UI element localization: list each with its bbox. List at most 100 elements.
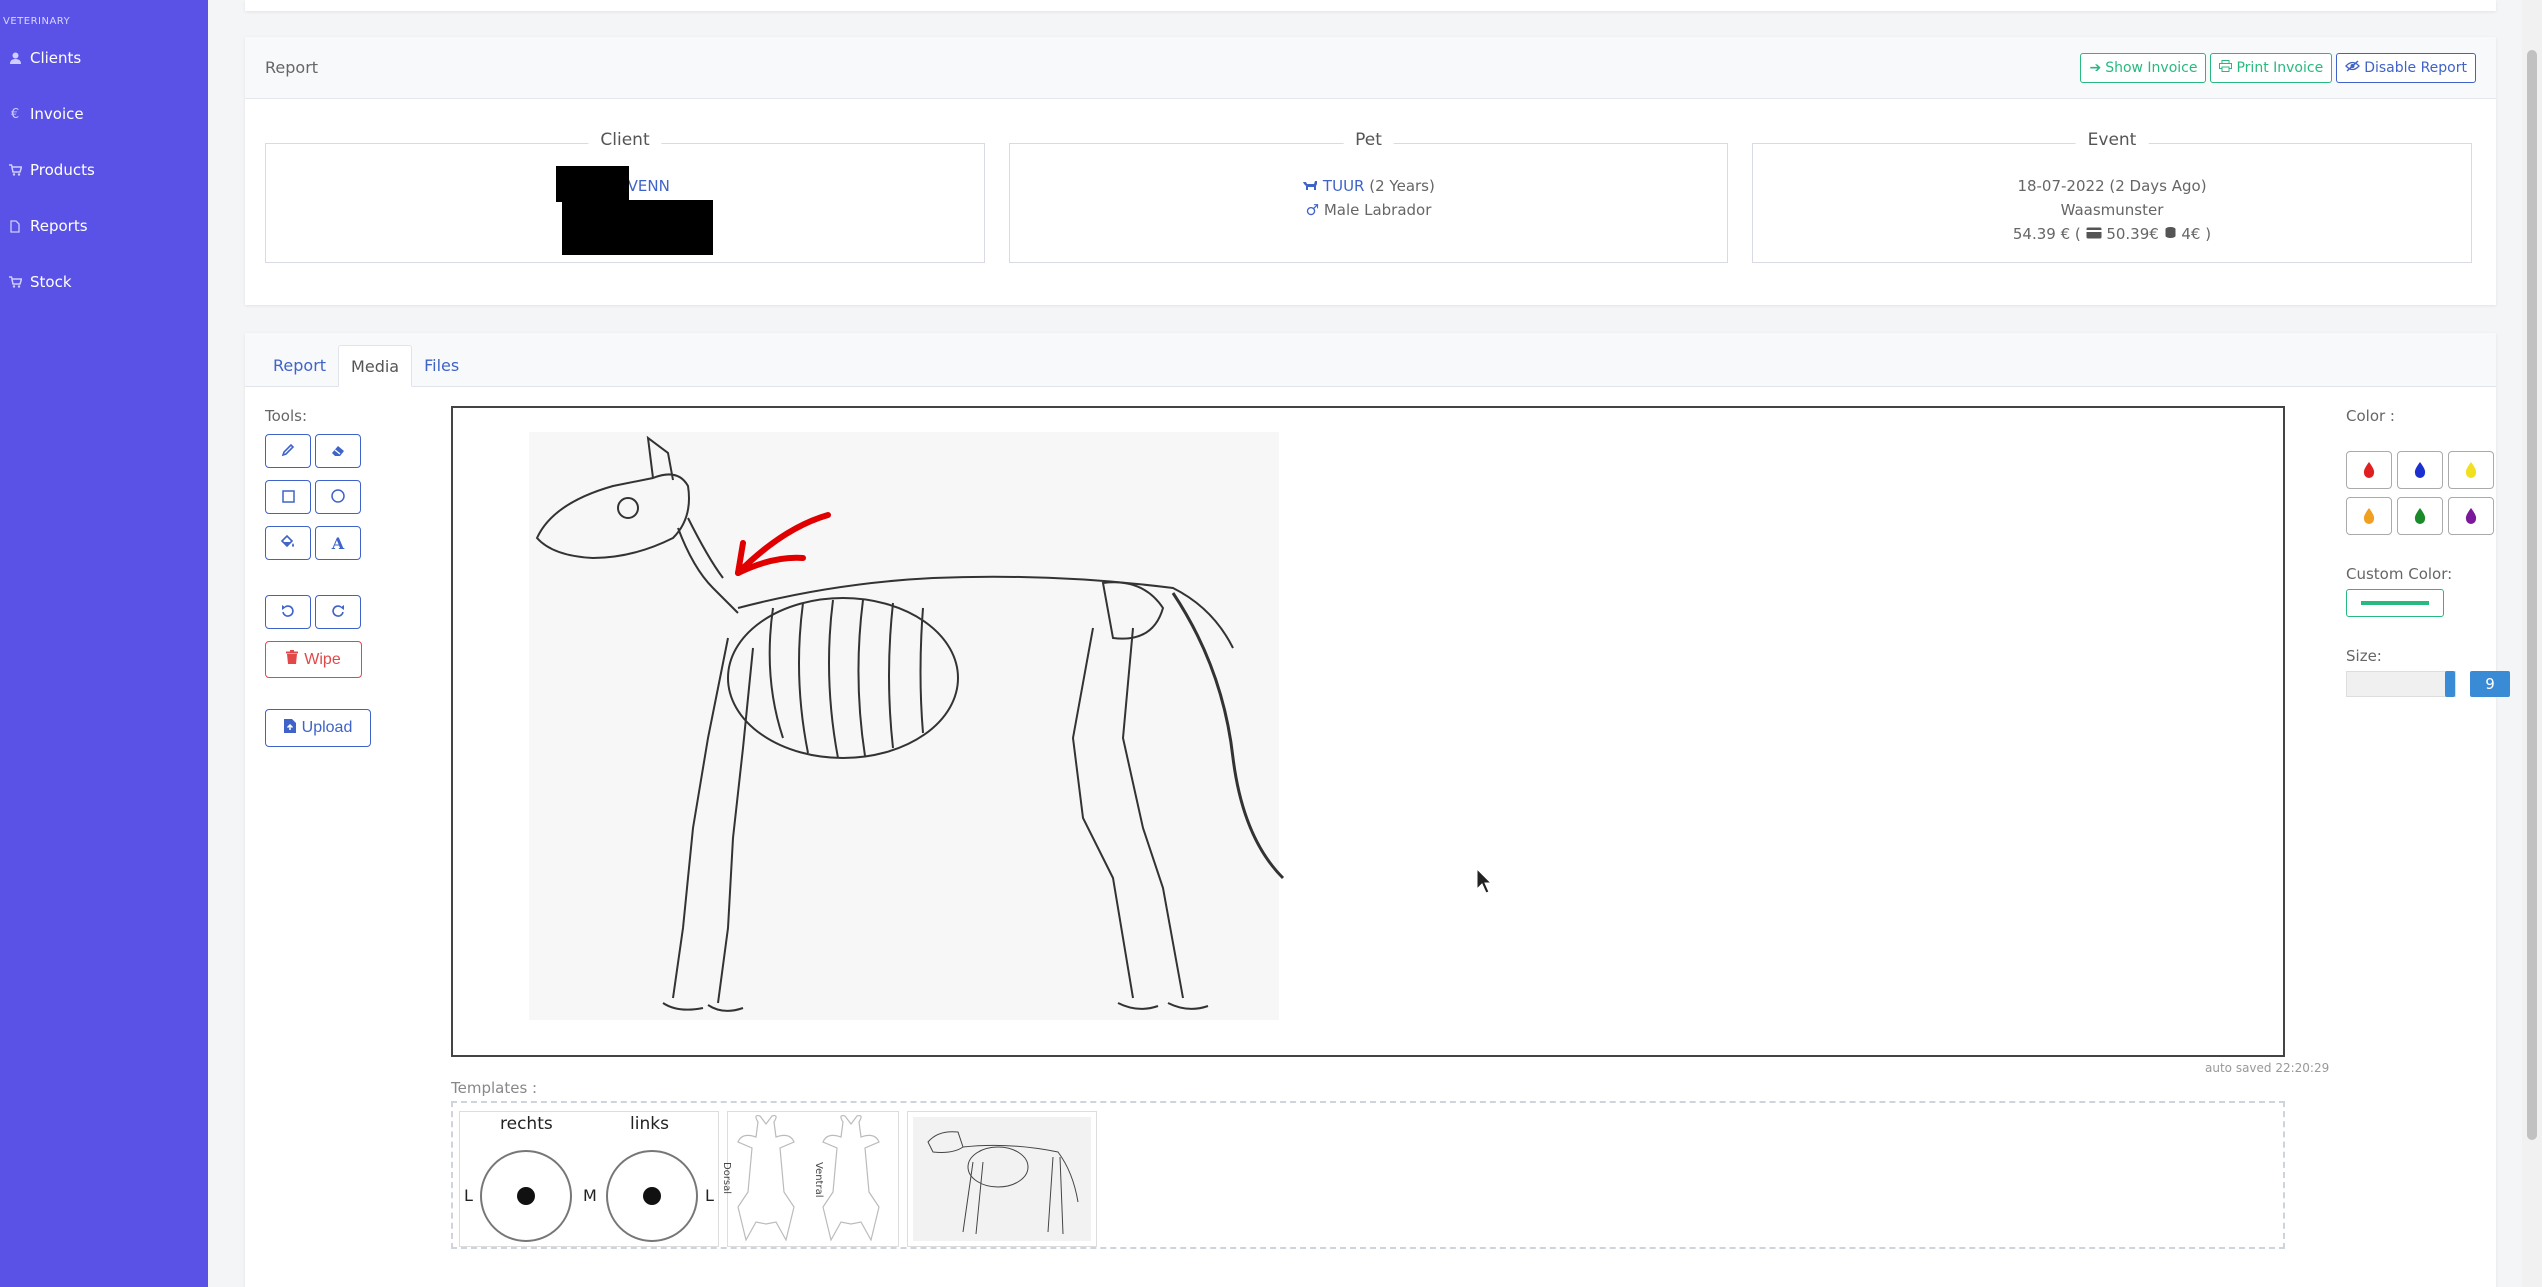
color-swatch-button[interactable] [2448, 451, 2494, 489]
event-box: Event 18-07-2022 (2 Days Ago) Waasmunste… [1752, 130, 2472, 263]
droplet-icon [2363, 508, 2375, 524]
sidebar-item-label: Stock [30, 273, 72, 291]
template-eyes[interactable]: rechts links L M L [459, 1111, 719, 1247]
sidebar-item-invoice[interactable]: € Invoice [0, 86, 208, 142]
size-slider[interactable] [2346, 671, 2456, 697]
fill-tool-button[interactable] [265, 526, 311, 560]
template-body-outline[interactable]: Dorsal Ventral [721, 1111, 899, 1247]
upload-button[interactable]: Upload [265, 709, 371, 747]
sidebar-item-label: Clients [30, 49, 82, 67]
event-paid-card: 50.39€ [2106, 225, 2159, 243]
paint-bucket-icon [280, 534, 296, 553]
tab-media[interactable]: Media [338, 345, 413, 387]
scrollbar-thumb[interactable] [2527, 50, 2537, 1140]
undo-icon [281, 603, 295, 622]
eraser-tool-button[interactable] [315, 434, 361, 468]
card-icon [2086, 225, 2107, 243]
sidebar-item-reports[interactable]: Reports [0, 198, 208, 254]
pet-box: Pet TUUR (2 Years) ♂ Male Labrador [1009, 130, 1728, 263]
pet-name-link[interactable]: TUUR [1323, 177, 1365, 195]
templates-label: Templates : [451, 1079, 538, 1097]
event-payment-line: 54.39 € ( 50.39€ 4€ ) [2012, 225, 2212, 243]
event-date: 18-07-2022 (2 Days Ago) [2017, 177, 2207, 195]
report-card-title: Report [265, 58, 319, 77]
pencil-icon [281, 442, 295, 461]
print-icon [2219, 59, 2233, 76]
pet-description-line: ♂ Male Labrador [1010, 198, 1727, 222]
canvas-drawing [529, 432, 1493, 1020]
page-scrollbar[interactable] [2522, 0, 2542, 1287]
color-swatch-button[interactable] [2346, 497, 2392, 535]
pet-legend: Pet [1343, 130, 1394, 150]
color-label: Color : [2346, 407, 2395, 425]
size-slider-thumb[interactable] [2445, 671, 2455, 697]
euro-icon: € [10, 106, 20, 122]
tab-files[interactable]: Files [412, 344, 471, 386]
brand-label: VETERINARY [3, 16, 71, 27]
droplet-icon [2414, 462, 2426, 478]
auto-saved-status: auto saved 22:20:29 [2205, 1061, 2330, 1075]
sidebar-item-clients[interactable]: Clients [0, 30, 208, 86]
dog-skeleton-thumbnail [913, 1117, 1091, 1241]
pet-description: Male Labrador [1323, 201, 1432, 219]
custom-color-input[interactable] [2346, 589, 2444, 617]
top-bar [245, 0, 2496, 11]
droplet-icon [2363, 462, 2375, 478]
redaction-block [556, 166, 629, 202]
event-legend: Event [2075, 130, 2149, 150]
wipe-button[interactable]: Wipe [265, 641, 362, 678]
circle-tool-button[interactable] [315, 480, 361, 514]
dog-icon [1302, 177, 1323, 195]
client-box: Client SVENN [265, 130, 985, 263]
coins-icon [2164, 225, 2182, 243]
pencil-tool-button[interactable] [265, 434, 311, 468]
print-invoice-label: Print Invoice [2236, 59, 2324, 76]
redaction-block [562, 200, 713, 255]
droplet-icon [2465, 508, 2477, 524]
mouse-cursor-icon [1476, 867, 1493, 894]
arrow-right-icon: ➔ [2089, 59, 2102, 76]
square-icon [281, 488, 295, 507]
disable-report-button[interactable]: Disable Report [2336, 52, 2476, 83]
tab-report[interactable]: Report [261, 344, 338, 386]
eye-slash-icon [2345, 59, 2361, 76]
eye-diagram [480, 1150, 698, 1242]
report-card-header: Report ➔ Show Invoice Print Invoice Disa… [245, 37, 2496, 99]
undo-button[interactable] [265, 595, 311, 629]
user-icon [6, 52, 24, 64]
rectangle-tool-button[interactable] [265, 480, 311, 514]
media-card: Report Media Files Tools: A Wipe Upload … [245, 333, 2510, 1287]
redo-icon [331, 603, 345, 622]
tools-label: Tools: [265, 407, 308, 425]
sidebar-item-label: Invoice [30, 105, 84, 123]
sidebar-item-label: Reports [30, 217, 88, 235]
wipe-label: Wipe [304, 650, 341, 668]
report-actions: ➔ Show Invoice Print Invoice Disable Rep… [2080, 52, 2476, 83]
color-swatch-button[interactable] [2346, 451, 2392, 489]
sidebar-item-stock[interactable]: Stock [0, 254, 208, 310]
template-dog-skeleton[interactable] [907, 1111, 1097, 1247]
trash-icon [286, 650, 299, 669]
dorsal-label: Dorsal [721, 1162, 732, 1195]
main-content: Report ➔ Show Invoice Print Invoice Disa… [208, 0, 2542, 1287]
color-swatch-button[interactable] [2397, 451, 2443, 489]
redo-button[interactable] [315, 595, 361, 629]
color-swatch-button[interactable] [2397, 497, 2443, 535]
show-invoice-label: Show Invoice [2105, 59, 2198, 76]
text-tool-button[interactable]: A [315, 526, 361, 560]
file-upload-icon [283, 718, 296, 738]
custom-color-preview [2361, 601, 2429, 605]
show-invoice-button[interactable]: ➔ Show Invoice [2080, 52, 2207, 83]
sidebar-item-products[interactable]: Products [0, 142, 208, 198]
cart-icon [6, 164, 24, 176]
drawing-canvas[interactable] [451, 406, 2285, 1057]
file-icon [6, 219, 24, 233]
male-icon: ♂ [1305, 201, 1320, 219]
droplet-icon [2414, 508, 2426, 524]
pet-name-line: TUUR (2 Years) [1010, 174, 1727, 198]
templates-panel: rechts links L M L Dorsal Ventral [451, 1101, 2285, 1249]
dog-skeleton-image [529, 432, 1279, 1020]
report-tabs: Report Media Files [245, 333, 2496, 387]
print-invoice-button[interactable]: Print Invoice [2210, 52, 2333, 83]
color-swatch-button[interactable] [2448, 497, 2494, 535]
